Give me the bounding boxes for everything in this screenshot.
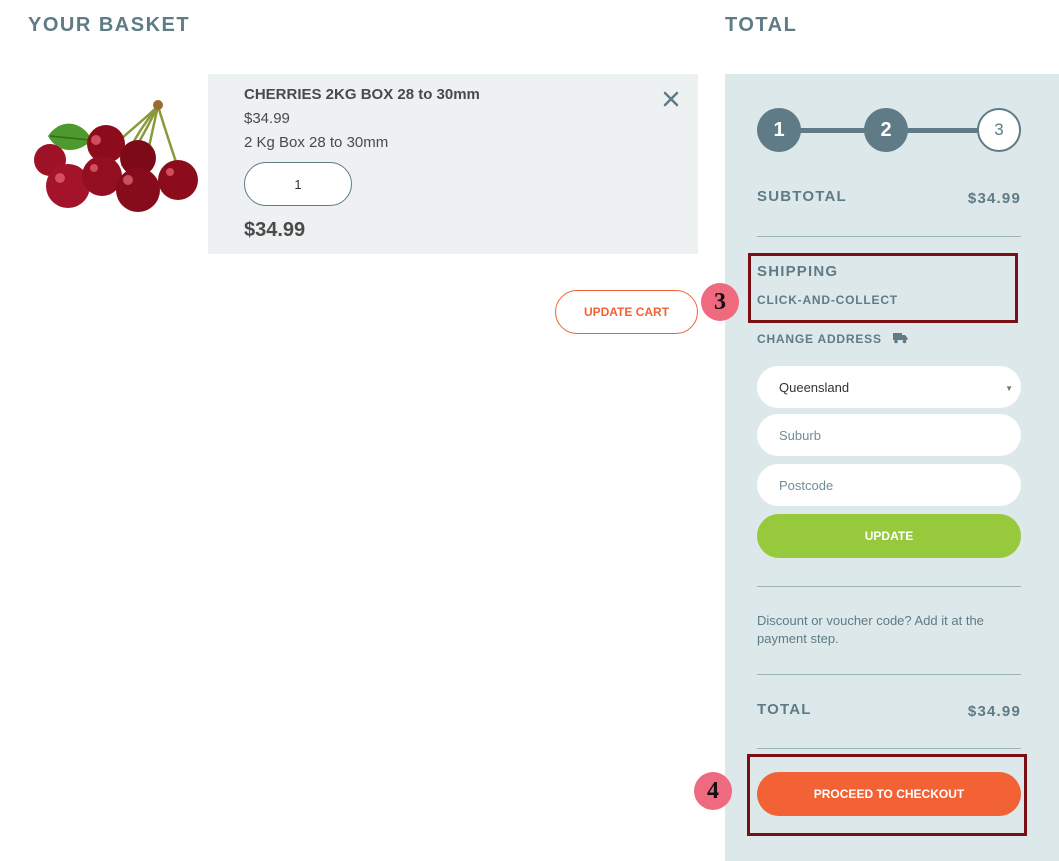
total-heading: TOTAL — [725, 14, 798, 36]
total-value: $34.99 — [967, 703, 1021, 720]
state-select-value: Queensland — [779, 379, 850, 395]
voucher-note: Discount or voucher code? Add it at the … — [757, 613, 984, 646]
item-description: 2 Kg Box 28 to 30mm — [244, 134, 389, 151]
step-3: 3 — [977, 108, 1021, 152]
basket-heading: YOUR BASKET — [28, 14, 191, 36]
item-unit-price: $34.99 — [244, 110, 290, 127]
total-label: TOTAL — [757, 701, 812, 718]
item-line-total: $34.99 — [244, 219, 306, 241]
change-address-link[interactable]: CHANGE ADDRESS — [757, 332, 882, 346]
chevron-down-icon: ▼ — [1005, 384, 1013, 393]
item-name: CHERRIES 2KG BOX 28 to 30mm — [244, 86, 480, 103]
close-icon[interactable] — [660, 88, 682, 110]
divider — [757, 236, 1021, 237]
annotation-box-checkout — [747, 754, 1027, 836]
subtotal-label: SUBTOTAL — [757, 188, 847, 205]
divider — [757, 674, 1021, 675]
quantity-input[interactable]: 1 — [244, 162, 352, 206]
postcode-placeholder: Postcode — [779, 477, 834, 493]
postcode-input[interactable]: Postcode — [757, 464, 1021, 506]
cherries-image — [34, 100, 198, 212]
update-address-button[interactable]: UPDATE — [757, 514, 1021, 558]
divider — [757, 586, 1021, 587]
step-2: 2 — [864, 108, 908, 152]
update-cart-button[interactable]: UPDATE CART — [555, 290, 698, 334]
annotation-badge-3: 3 — [701, 283, 739, 321]
state-select[interactable]: Queensland ▼ — [757, 366, 1021, 408]
divider — [757, 748, 1021, 749]
suburb-input[interactable]: Suburb — [757, 414, 1021, 456]
step-1: 1 — [757, 108, 801, 152]
suburb-placeholder: Suburb — [779, 427, 821, 443]
truck-icon — [893, 333, 908, 344]
annotation-badge-4: 4 — [694, 772, 732, 810]
annotation-box-shipping — [748, 253, 1018, 323]
subtotal-value: $34.99 — [967, 190, 1021, 207]
